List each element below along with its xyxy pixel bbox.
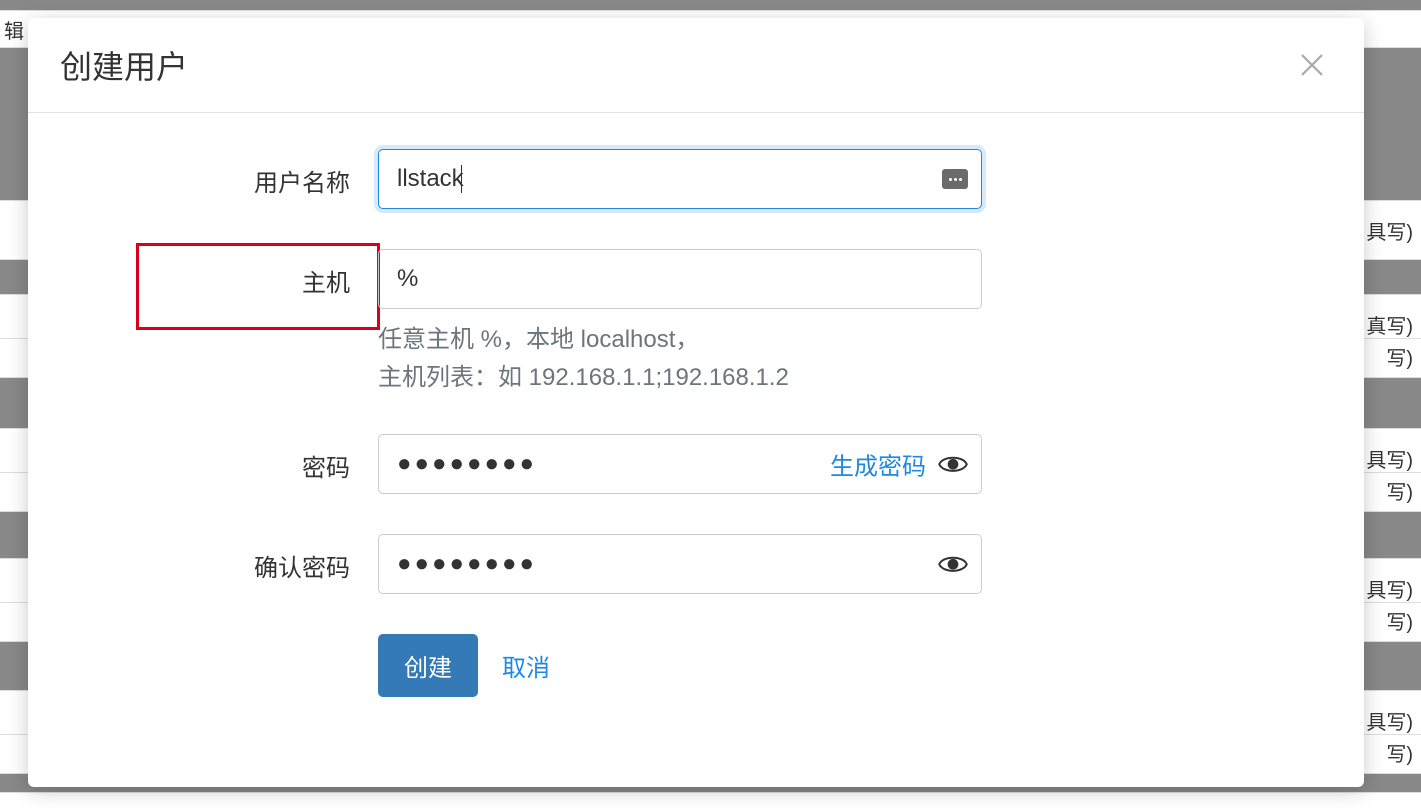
confirm-password-row: 确认密码 ●●●●●●●● xyxy=(88,534,1304,594)
confirm-password-value: ●●●●●●●● xyxy=(397,550,537,578)
host-hint-line1: 任意主机 %，本地 localhost， xyxy=(378,321,1304,359)
form-actions: 创建 取消 xyxy=(378,634,1304,697)
close-icon[interactable] xyxy=(1292,45,1332,85)
bg-text: 具写) xyxy=(1366,574,1413,603)
bg-text: 真写) xyxy=(1366,310,1413,339)
create-button[interactable]: 创建 xyxy=(378,634,478,697)
password-value: ●●●●●●●● xyxy=(397,450,537,478)
host-row: 主机 % xyxy=(88,249,1304,309)
bg-text: 写) xyxy=(1386,738,1413,767)
host-hint: 任意主机 %，本地 localhost， 主机列表：如 192.168.1.1;… xyxy=(378,321,1304,398)
bg-text: 具写) xyxy=(1366,216,1413,245)
host-input[interactable]: % xyxy=(378,249,982,309)
bg-text: 写) xyxy=(1386,476,1413,505)
generate-password-link[interactable]: 生成密码 xyxy=(830,446,926,481)
modal-title: 创建用户 xyxy=(60,42,188,88)
host-hint-line2: 主机列表：如 192.168.1.1;192.168.1.2 xyxy=(378,359,1304,397)
eye-icon[interactable] xyxy=(938,453,968,475)
username-label: 用户名称 xyxy=(88,149,378,198)
eye-icon[interactable] xyxy=(938,553,968,575)
text-cursor xyxy=(461,165,462,193)
username-input[interactable]: llstack xyxy=(378,149,982,209)
create-user-modal: 创建用户 用户名称 llstack 主机 xyxy=(28,18,1364,787)
bg-text: 具写) xyxy=(1366,444,1413,473)
username-value: llstack xyxy=(397,165,464,193)
host-label: 主机 xyxy=(88,249,378,298)
confirm-password-label: 确认密码 xyxy=(88,534,378,583)
bg-edit-text: 辑 xyxy=(4,15,24,44)
confirm-password-input[interactable]: ●●●●●●●● xyxy=(378,534,982,594)
host-value: % xyxy=(397,265,418,293)
cancel-button[interactable]: 取消 xyxy=(502,648,550,683)
modal-body: 用户名称 llstack 主机 % 任意主机 %，本地 xyxy=(28,113,1364,733)
username-row: 用户名称 llstack xyxy=(88,149,1304,209)
host-label-text: 主机 xyxy=(302,270,350,297)
bg-text: 写) xyxy=(1386,342,1413,371)
password-row: 密码 ●●●●●●●● 生成密码 xyxy=(88,434,1304,494)
modal-header: 创建用户 xyxy=(28,18,1364,113)
password-label: 密码 xyxy=(88,434,378,483)
bg-text: 具写) xyxy=(1366,706,1413,735)
bg-text: 写) xyxy=(1386,606,1413,635)
password-manager-icon[interactable] xyxy=(942,169,968,189)
